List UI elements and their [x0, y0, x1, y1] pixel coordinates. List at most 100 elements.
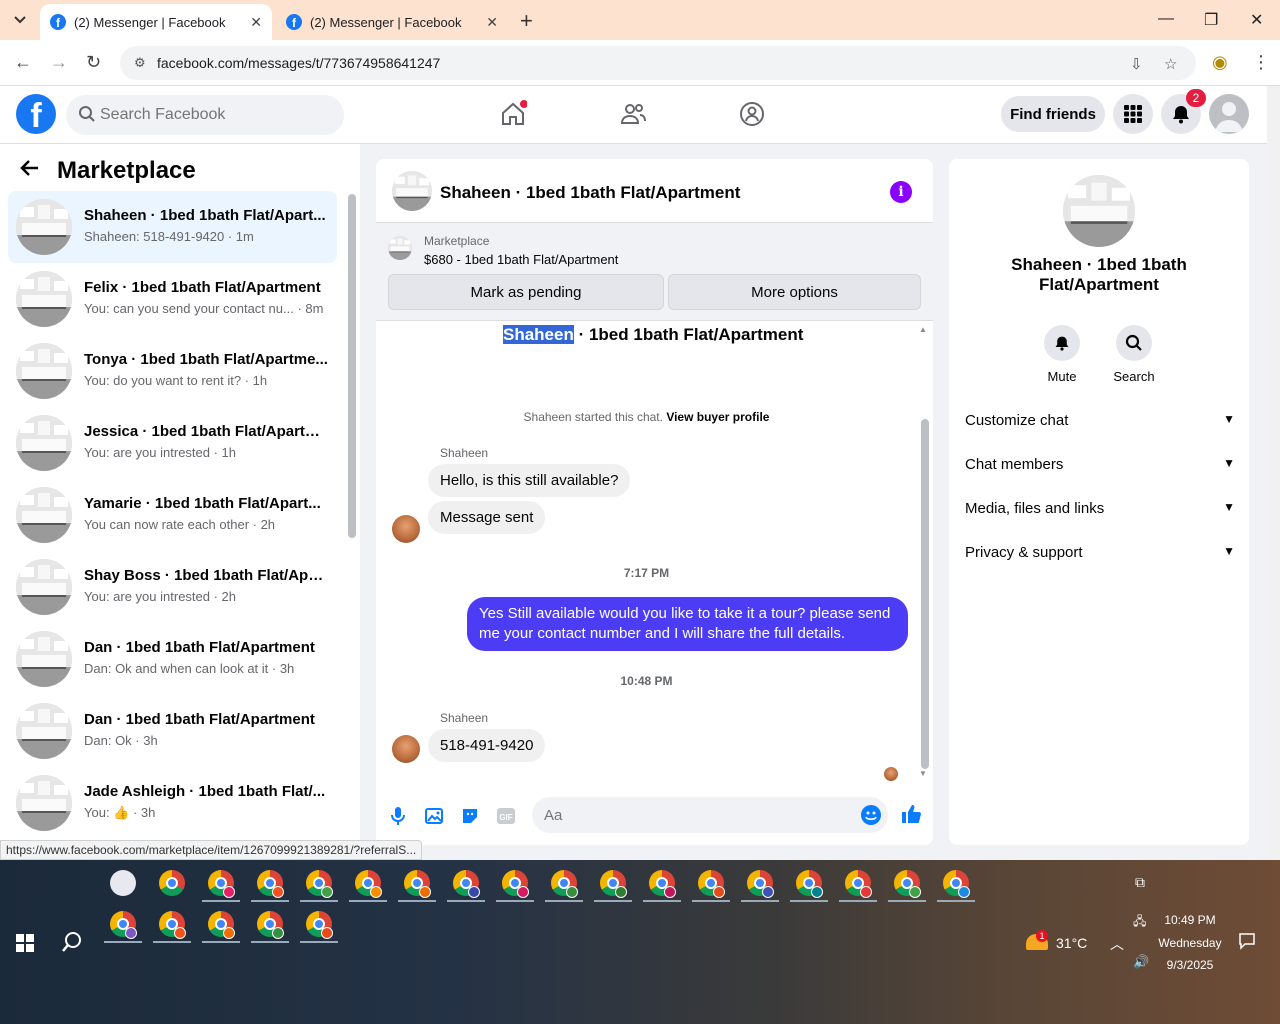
more-options-button[interactable]: More options: [668, 274, 921, 310]
close-tab-icon[interactable]: ✕: [250, 14, 262, 31]
message-bubble[interactable]: Hello, is this still available?: [428, 464, 631, 497]
back-arrow-icon[interactable]: [20, 158, 40, 184]
chrome-icon[interactable]: [159, 870, 185, 896]
network-icon[interactable]: 🖧: [1133, 912, 1146, 933]
info-icon[interactable]: i: [890, 181, 912, 203]
page-scrollbar[interactable]: [1267, 86, 1280, 860]
photo-icon[interactable]: [424, 806, 444, 831]
tab-search-chevron-icon[interactable]: [6, 6, 34, 34]
conversation-item[interactable]: Dan · 1bed 1bath Flat/Apartment Dan: Ok a…: [8, 623, 337, 695]
chat-started-note: Shaheen started this chat. View buyer pr…: [523, 410, 770, 424]
search-conversation-button[interactable]: Search: [1102, 325, 1166, 384]
url-text[interactable]: facebook.com/messages/t/773674958641247: [157, 55, 440, 71]
listing-title[interactable]: $680 - 1bed 1bath Flat/Apartment: [424, 252, 618, 267]
taskbar-search-icon[interactable]: [61, 931, 83, 958]
listing-thumbnail[interactable]: [1063, 175, 1135, 247]
scroll-up-icon[interactable]: ▲: [919, 325, 927, 334]
tab-messenger-active[interactable]: f (2) Messenger | Facebook ✕: [40, 4, 272, 40]
site-settings-icon[interactable]: ⚙: [134, 55, 146, 71]
gif-icon[interactable]: GIF: [496, 806, 516, 831]
scrollbar[interactable]: [348, 194, 356, 538]
scroll-down-icon[interactable]: ▼: [919, 769, 927, 778]
message-input[interactable]: [544, 797, 844, 833]
running-indicator: [496, 900, 534, 902]
privacy-support-row[interactable]: Privacy & support ▼: [965, 544, 1235, 561]
clock-time[interactable]: 10:49 PM: [1160, 913, 1220, 927]
media-files-links-row[interactable]: Media, files and links ▼: [965, 500, 1235, 517]
task-view-icon[interactable]: ⧉: [1135, 874, 1145, 891]
facebook-logo-icon[interactable]: f: [16, 94, 56, 134]
chat-title[interactable]: Shaheen · 1bed 1bath Flat/Apartment: [440, 183, 740, 203]
profile-icon[interactable]: ◉: [1212, 52, 1228, 73]
conversation-item[interactable]: Felix · 1bed 1bath Flat/Apartment You: ca…: [8, 263, 337, 335]
conversation-name: Yamarie · 1bed 1bath Flat/Apart...: [84, 495, 321, 512]
friends-icon[interactable]: [619, 100, 647, 133]
microphone-icon[interactable]: [390, 806, 406, 831]
conversation-item[interactable]: Jessica · 1bed 1bath Flat/Apartm... You: …: [8, 407, 337, 479]
running-indicator: [202, 900, 240, 902]
profile-badge-icon: [909, 886, 921, 898]
message-bubble-sent[interactable]: Yes Still available would you like to ta…: [467, 597, 908, 651]
install-app-icon[interactable]: ⇩: [1130, 55, 1143, 73]
message-bubble[interactable]: Message sent: [428, 501, 546, 534]
message-thread: Shaheen · 1bed 1bath Flat/Apartment Shah…: [376, 321, 933, 785]
conversation-preview: Dan: Ok · 3h: [84, 733, 158, 748]
groups-icon[interactable]: [738, 100, 766, 133]
chevron-down-icon: ▼: [1223, 544, 1235, 558]
listing-thumbnail[interactable]: [388, 236, 412, 260]
account-avatar[interactable]: [1209, 94, 1249, 134]
minimize-icon[interactable]: —: [1158, 10, 1174, 28]
message-bubble[interactable]: 518-491-9420: [428, 729, 546, 762]
sender-avatar[interactable]: [392, 515, 420, 543]
sticker-icon[interactable]: [460, 806, 480, 831]
conversation-item[interactable]: Dan · 1bed 1bath Flat/Apartment Dan: Ok ·…: [8, 695, 337, 767]
restore-icon[interactable]: ❐: [1204, 10, 1218, 30]
menu-grid-icon[interactable]: [1113, 94, 1153, 134]
reload-icon[interactable]: ↻: [86, 52, 101, 73]
tab-messenger[interactable]: f (2) Messenger | Facebook ✕: [276, 4, 508, 40]
listing-thumbnail: [16, 775, 72, 831]
show-hidden-icons-chevron-icon[interactable]: ︿: [1110, 934, 1124, 954]
thumbs-up-icon[interactable]: [900, 803, 922, 830]
window-close-icon[interactable]: ✕: [1250, 10, 1263, 30]
back-icon[interactable]: ←: [14, 52, 32, 73]
conversation-item[interactable]: Jade Ashleigh · 1bed 1bath Flat/... You: …: [8, 767, 337, 839]
windows-start-icon[interactable]: [16, 934, 34, 957]
search-input[interactable]: [100, 95, 330, 135]
mute-button[interactable]: Mute: [1030, 325, 1094, 384]
bookmark-star-icon[interactable]: ☆: [1164, 55, 1177, 73]
customize-chat-row[interactable]: Customize chat ▼: [965, 412, 1235, 429]
view-buyer-profile-link[interactable]: View buyer profile: [666, 410, 769, 424]
volume-icon[interactable]: 🔊: [1133, 954, 1149, 970]
conversation-item[interactable]: Shaheen · 1bed 1bath Flat/Apart... Shahee…: [8, 191, 337, 263]
omnibox[interactable]: ⚙ facebook.com/messages/t/77367495864124…: [120, 46, 1196, 80]
page-title: Marketplace: [57, 157, 196, 184]
sender-avatar[interactable]: [392, 735, 420, 763]
message-input-wrapper[interactable]: [532, 797, 888, 833]
facebook-search[interactable]: [66, 95, 344, 135]
notification-center-icon[interactable]: [1238, 932, 1256, 955]
conversation-item[interactable]: Yamarie · 1bed 1bath Flat/Apart... You ca…: [8, 479, 337, 551]
address-bar: ← → ↻ ⚙ facebook.com/messages/t/77367495…: [0, 40, 1280, 86]
temperature[interactable]: 31°C: [1056, 935, 1087, 951]
mark-as-pending-button[interactable]: Mark as pending: [388, 274, 664, 310]
chat-members-row[interactable]: Chat members ▼: [965, 456, 1235, 473]
conversation-name: Felix · 1bed 1bath Flat/Apartment: [84, 279, 321, 296]
find-friends-button[interactable]: Find friends: [1001, 96, 1105, 132]
conversation-item[interactable]: Tonya · 1bed 1bath Flat/Apartme... You: d…: [8, 335, 337, 407]
snipping-tool-icon[interactable]: [110, 870, 136, 896]
close-tab-icon[interactable]: ✕: [486, 14, 498, 31]
chat-panel: Shaheen · 1bed 1bath Flat/Apartment i Ma…: [376, 159, 933, 845]
browser-menu-icon[interactable]: ⋮: [1252, 52, 1270, 73]
clock-date[interactable]: 9/3/2025: [1160, 958, 1220, 972]
home-icon[interactable]: [499, 100, 528, 133]
new-tab-icon[interactable]: +: [520, 8, 533, 34]
conversation-name: Dan · 1bed 1bath Flat/Apartment: [84, 639, 315, 656]
listing-thumbnail[interactable]: [392, 171, 432, 211]
emoji-icon[interactable]: [860, 804, 882, 831]
clock-day[interactable]: Wednesday: [1155, 936, 1225, 950]
conversation-preview: You: are you intrested · 2h: [84, 589, 237, 604]
conversation-item[interactable]: Shay Boss · 1bed 1bath Flat/Apar... You: …: [8, 551, 337, 623]
forward-icon[interactable]: →: [50, 52, 68, 73]
scrollbar[interactable]: [921, 419, 929, 769]
